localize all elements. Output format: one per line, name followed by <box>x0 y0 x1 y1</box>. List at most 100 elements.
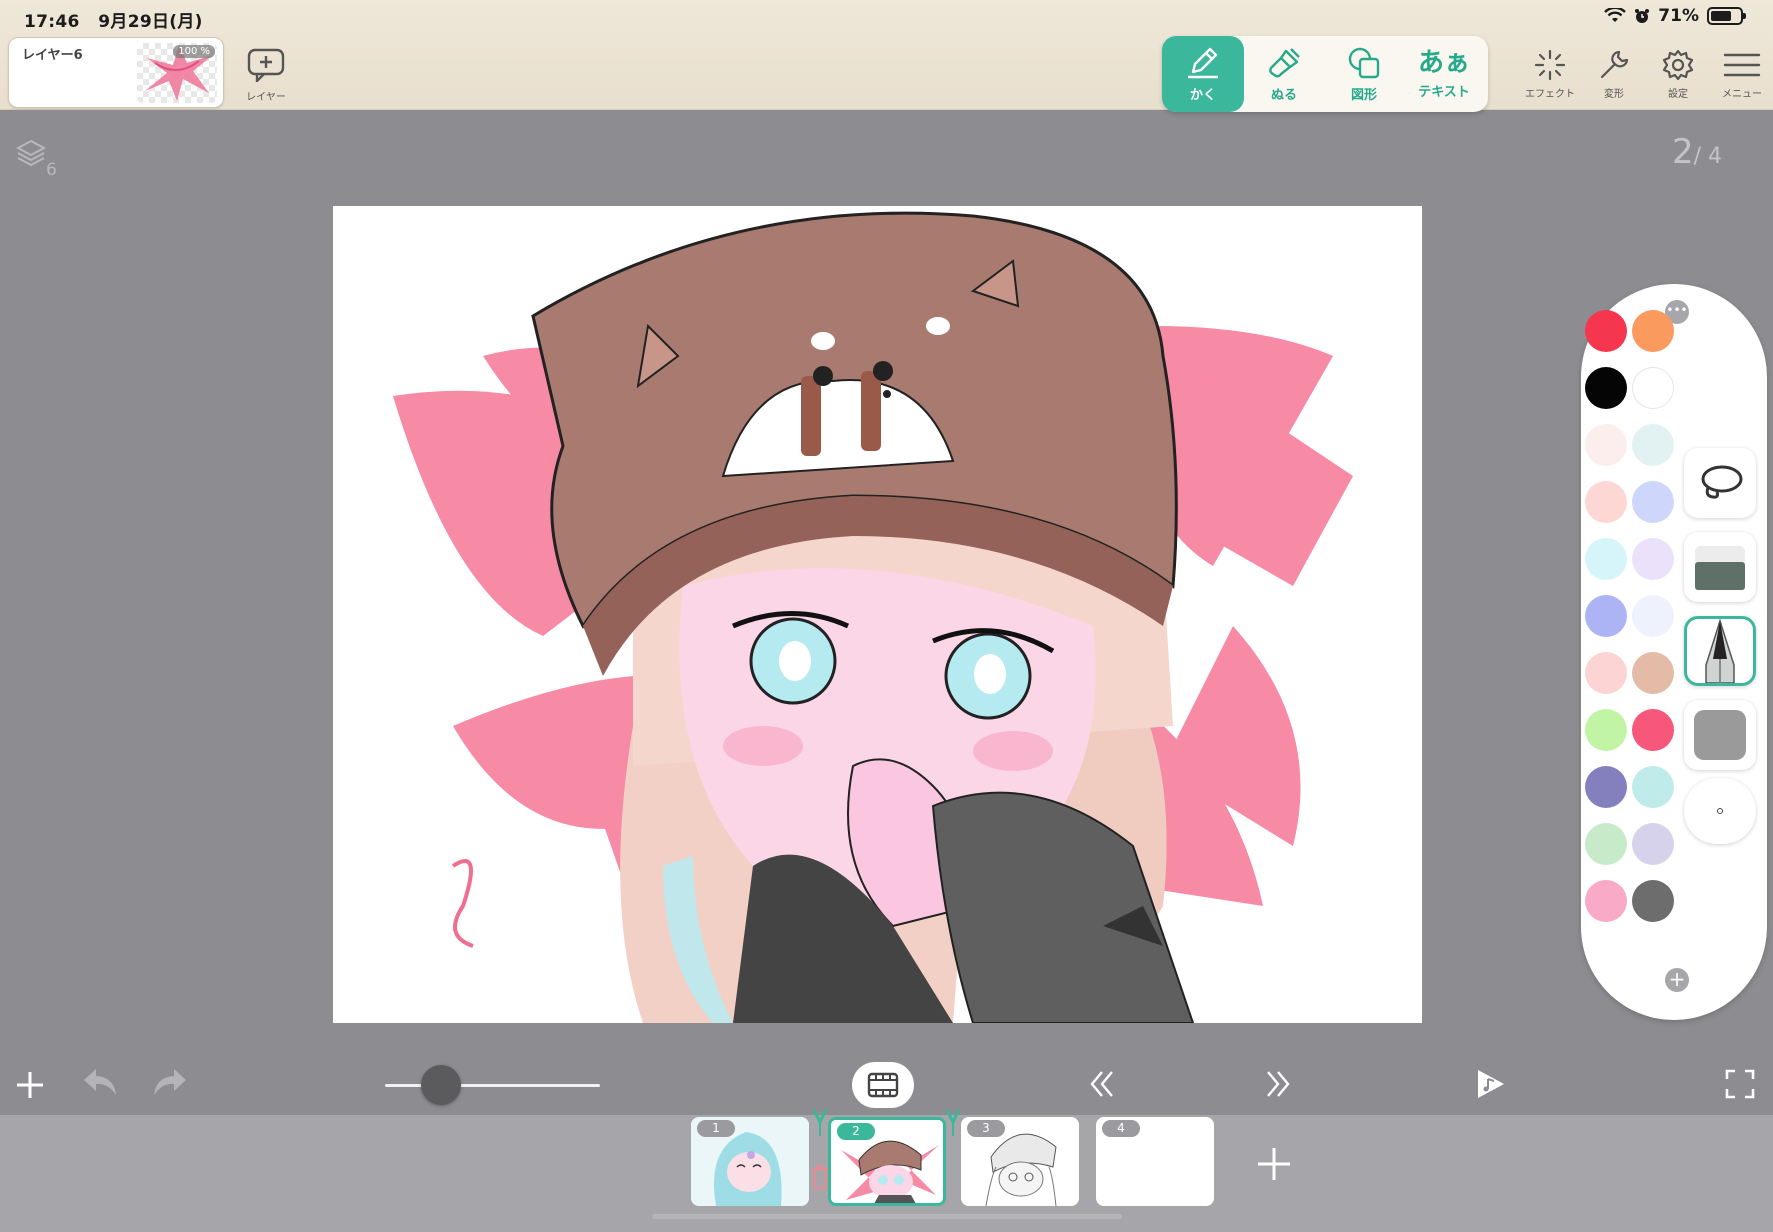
color-swatch[interactable] <box>1585 766 1627 808</box>
color-swatch[interactable] <box>1632 538 1674 580</box>
page-total: / 4 <box>1693 144 1723 169</box>
play-icon[interactable] <box>1474 1067 1506 1101</box>
color-swatch[interactable] <box>1585 880 1627 922</box>
drawing-canvas[interactable] <box>333 206 1422 1023</box>
gear-icon <box>1662 49 1694 81</box>
fullscreen-icon[interactable] <box>1725 1069 1755 1099</box>
effect-button[interactable]: エフェクト <box>1518 48 1582 100</box>
brush-slot-eraser[interactable] <box>1684 532 1756 602</box>
settings-label: 設定 <box>1668 89 1688 100</box>
add-icon[interactable] <box>15 1070 45 1100</box>
film-icon <box>867 1072 899 1098</box>
current-layer-card[interactable]: レイヤー6 100 % <box>8 37 224 108</box>
brush-size-dot <box>1717 808 1723 814</box>
color-swatch[interactable] <box>1632 310 1674 352</box>
color-swatch[interactable] <box>1585 310 1627 352</box>
wifi-icon <box>1604 8 1627 22</box>
shape-icon <box>1348 47 1380 78</box>
brush-size-button[interactable] <box>1684 778 1756 844</box>
layers-icon <box>15 139 47 167</box>
color-swatch[interactable] <box>1585 652 1627 694</box>
frame-marker-right <box>945 1109 961 1136</box>
hamburger-icon <box>1723 53 1761 77</box>
home-indicator <box>652 1214 1122 1219</box>
tool-text[interactable]: あぁ テキスト <box>1404 36 1484 112</box>
settings-button[interactable]: 設定 <box>1646 48 1710 100</box>
zoom-slider-track[interactable] <box>385 1084 600 1087</box>
transform-label: 変形 <box>1604 89 1624 100</box>
text-icon: あぁ <box>1417 47 1470 78</box>
color-swatch[interactable] <box>1632 823 1674 865</box>
battery-percent: 71% <box>1658 6 1699 26</box>
tool-group: かく ぬる 図形 あぁ テキスト <box>1162 36 1488 112</box>
color-swatch[interactable] <box>1632 709 1674 751</box>
brush-slot-pen[interactable] <box>1684 616 1756 686</box>
frame-number: 2 <box>837 1123 875 1140</box>
color-swatch[interactable] <box>1632 481 1674 523</box>
palette-add-button[interactable]: + <box>1665 968 1689 992</box>
tool-text-label: テキスト <box>1418 84 1470 100</box>
color-swatch[interactable] <box>1632 880 1674 922</box>
menu-button[interactable]: メニュー <box>1710 48 1773 100</box>
sparkle-icon <box>1534 49 1566 81</box>
wrench-icon <box>1600 50 1629 79</box>
add-frame-button[interactable] <box>1256 1146 1292 1188</box>
pen-nib-icon <box>1705 619 1735 683</box>
layer-name: レイヤー6 <box>22 48 83 63</box>
frame-thumb-3[interactable]: 3 <box>961 1117 1079 1206</box>
undo-icon[interactable] <box>82 1067 118 1097</box>
alarm-icon <box>1635 9 1650 23</box>
status-right: 71% <box>1604 6 1746 26</box>
color-swatch[interactable] <box>1632 652 1674 694</box>
prev-frame-icon[interactable] <box>1088 1069 1118 1099</box>
frame-thumb-4[interactable]: 4 <box>1096 1117 1214 1206</box>
color-swatch[interactable] <box>1585 709 1627 751</box>
tool-fill[interactable]: ぬる <box>1244 36 1324 112</box>
color-swatch[interactable] <box>1632 595 1674 637</box>
tool-fill-label: ぬる <box>1270 87 1297 103</box>
layer-opacity: 100 % <box>173 45 215 58</box>
lasso-icon <box>1701 465 1743 499</box>
color-swatch[interactable] <box>1632 367 1674 409</box>
trash-icon[interactable] <box>810 1164 830 1190</box>
color-swatch[interactable] <box>1632 766 1674 808</box>
frame-number: 3 <box>967 1120 1005 1137</box>
eraser-icon <box>1695 546 1745 590</box>
status-date: 9月29日(月) <box>98 12 203 32</box>
zoom-slider-thumb[interactable] <box>420 1065 461 1105</box>
layers-button[interactable]: 6 <box>15 138 57 180</box>
frame-number: 1 <box>697 1120 735 1137</box>
color-swatch[interactable] <box>1585 481 1627 523</box>
add-layer-label: レイヤー <box>246 92 286 103</box>
color-swatch[interactable] <box>1585 538 1627 580</box>
color-swatch[interactable] <box>1585 367 1627 409</box>
color-swatch[interactable] <box>1632 424 1674 466</box>
film-button[interactable] <box>852 1062 914 1108</box>
battery-fill <box>1711 11 1731 21</box>
redo-icon[interactable] <box>152 1067 188 1097</box>
frame-thumb-2[interactable]: 2 <box>828 1117 946 1206</box>
pen-icon <box>1188 47 1218 78</box>
tool-draw[interactable]: かく <box>1162 36 1244 112</box>
next-frame-icon[interactable] <box>1262 1069 1292 1099</box>
brush-icon <box>1269 47 1300 77</box>
status-time: 17:46 9月29日(月) <box>24 7 203 32</box>
page-current: 2 <box>1672 132 1694 172</box>
add-layer-button[interactable]: レイヤー <box>240 48 292 103</box>
page-indicator: 2/ 4 <box>1672 132 1722 172</box>
frame-number: 4 <box>1102 1120 1140 1137</box>
layers-count: 6 <box>46 160 57 180</box>
brush-slot-color[interactable] <box>1684 700 1756 770</box>
color-swatch[interactable] <box>1585 823 1627 865</box>
add-comment-icon <box>247 48 285 84</box>
add-frame-icon <box>1258 1148 1290 1180</box>
brush-slot-lasso[interactable] <box>1684 448 1756 518</box>
color-swatch[interactable] <box>1585 595 1627 637</box>
color-swatch[interactable] <box>1585 424 1627 466</box>
right-tools: エフェクト 変形 設定 メニュー <box>1518 48 1773 100</box>
frame-thumb-1[interactable]: 1 <box>691 1117 809 1206</box>
transform-button[interactable]: 変形 <box>1582 48 1646 100</box>
tool-shape[interactable]: 図形 <box>1324 36 1404 112</box>
frame-marker-left <box>812 1109 828 1136</box>
color-palette: ••• + <box>1581 284 1767 1020</box>
